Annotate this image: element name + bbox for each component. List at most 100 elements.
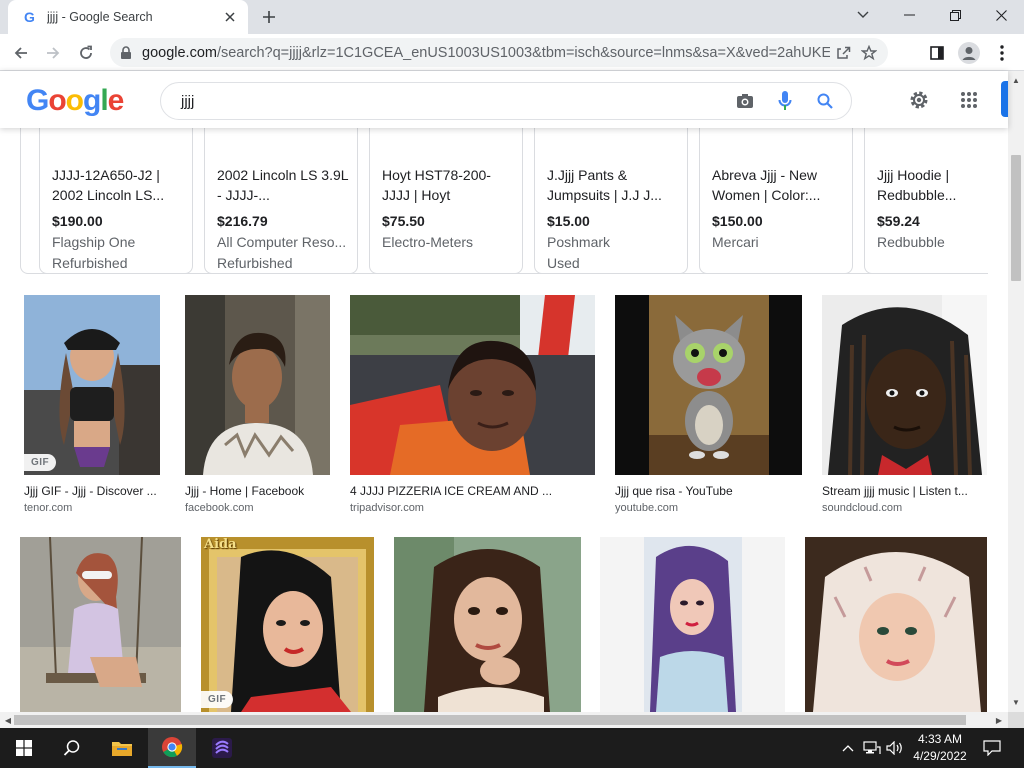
result-source[interactable]: youtube.com bbox=[615, 502, 678, 514]
reload-icon[interactable] bbox=[73, 40, 99, 66]
camera-search-icon[interactable] bbox=[725, 83, 765, 119]
image-result[interactable] bbox=[805, 537, 987, 712]
logo-letter: l bbox=[100, 84, 108, 117]
horizontal-scroll-thumb[interactable] bbox=[14, 715, 966, 725]
result-image[interactable]: Aida GIF bbox=[201, 537, 374, 712]
logo-letter: o bbox=[48, 84, 66, 117]
google-logo[interactable]: Google bbox=[26, 84, 124, 118]
product-price: $216.79 bbox=[217, 213, 268, 229]
notification-center-icon[interactable] bbox=[980, 738, 1004, 758]
back-arrow-icon[interactable] bbox=[8, 40, 34, 66]
close-tab-icon[interactable] bbox=[222, 9, 238, 25]
scroll-left-arrow-icon[interactable]: ◀ bbox=[1, 713, 15, 727]
image-result[interactable]: GIF Jjjj GIF - Jjjj - Discover ... tenor… bbox=[24, 295, 160, 519]
horizontal-scrollbar[interactable]: ◀ ▶ bbox=[0, 712, 1008, 728]
volume-icon[interactable] bbox=[885, 738, 905, 758]
result-title[interactable]: Jjjj que risa - YouTube bbox=[615, 484, 802, 498]
shopping-card[interactable]: JJJJ-12A650-J2 | 2002 Lincoln LS... $190… bbox=[39, 128, 193, 274]
product-store: Poshmark bbox=[547, 234, 611, 250]
address-bar[interactable]: google.com/search?q=jjjj&rlz=1C1GCEA_enU… bbox=[110, 38, 888, 67]
result-image[interactable] bbox=[822, 295, 987, 475]
menu-dots-icon[interactable] bbox=[989, 40, 1015, 66]
shopping-card[interactable]: 2002 Lincoln LS 3.9L - JJJJ-... $216.79 … bbox=[204, 128, 358, 274]
taskbar-clock[interactable]: 4:33 AM 4/29/2022 bbox=[905, 731, 975, 765]
clock-date: 4/29/2022 bbox=[913, 749, 967, 763]
search-input[interactable]: jjjj bbox=[181, 93, 725, 110]
result-title[interactable]: Stream jjjj music | Listen t... bbox=[822, 484, 977, 498]
tab-search-chevron-icon[interactable] bbox=[840, 0, 886, 30]
bookmark-star-icon[interactable] bbox=[856, 40, 882, 66]
result-image[interactable] bbox=[350, 295, 595, 475]
profile-avatar-icon[interactable] bbox=[956, 40, 982, 66]
result-source[interactable]: soundcloud.com bbox=[822, 502, 902, 514]
result-image[interactable] bbox=[185, 295, 330, 475]
product-title: J.Jjjj Pants & Jumpsuits | J.J J... bbox=[547, 167, 662, 203]
side-panel-icon[interactable] bbox=[924, 40, 950, 66]
network-icon[interactable] bbox=[862, 738, 882, 758]
vertical-scroll-thumb[interactable] bbox=[1011, 155, 1021, 281]
vertical-scrollbar[interactable]: ▲ ▼ bbox=[1008, 71, 1024, 712]
apps-grid-icon[interactable] bbox=[956, 87, 982, 113]
windows-start-icon[interactable] bbox=[0, 728, 48, 768]
scroll-up-arrow-icon[interactable]: ▲ bbox=[1009, 73, 1023, 87]
app-taskbar-icon[interactable] bbox=[198, 728, 246, 768]
url-host: google.com bbox=[142, 44, 217, 61]
result-image[interactable] bbox=[615, 295, 802, 475]
search-icon[interactable] bbox=[805, 83, 845, 119]
scroll-right-arrow-icon[interactable]: ▶ bbox=[992, 713, 1006, 727]
product-title: Jjjj Hoodie | Redbubble... bbox=[877, 167, 957, 203]
logo-letter: g bbox=[83, 84, 101, 117]
result-source[interactable]: tenor.com bbox=[24, 502, 72, 514]
browser-tab[interactable]: G jjjj - Google Search bbox=[8, 0, 248, 34]
result-image[interactable] bbox=[20, 537, 181, 712]
image-result[interactable] bbox=[20, 537, 181, 712]
show-hidden-icons-chevron-icon[interactable] bbox=[840, 738, 856, 758]
result-title[interactable]: Jjjj - Home | Facebook bbox=[185, 484, 330, 498]
result-image[interactable] bbox=[394, 537, 581, 712]
tab-title: jjjj - Google Search bbox=[47, 10, 153, 24]
windows-taskbar: 4:33 AM 4/29/2022 bbox=[0, 728, 1024, 768]
lock-icon[interactable] bbox=[120, 45, 134, 60]
result-image[interactable]: GIF bbox=[24, 295, 160, 475]
restore-icon[interactable] bbox=[932, 0, 978, 30]
image-result[interactable]: Stream jjjj music | Listen t... soundclo… bbox=[822, 295, 987, 519]
taskbar-search-icon[interactable] bbox=[48, 728, 96, 768]
settings-gear-icon[interactable] bbox=[906, 87, 932, 113]
product-price: $59.24 bbox=[877, 213, 920, 229]
results-area: JJJJ-12A650-J2 | 2002 Lincoln LS... $190… bbox=[0, 128, 1008, 712]
image-result[interactable] bbox=[394, 537, 581, 712]
url-path: /search?q=jjjj&rlz=1C1GCEA_enUS1003US100… bbox=[216, 44, 830, 61]
google-favicon-icon: G bbox=[22, 9, 38, 25]
image-result[interactable]: 4 JJJJ PIZZERIA ICE CREAM AND ... tripad… bbox=[350, 295, 595, 519]
scroll-down-arrow-icon[interactable]: ▼ bbox=[1009, 695, 1023, 709]
result-title[interactable]: 4 JJJJ PIZZERIA ICE CREAM AND ... bbox=[350, 484, 565, 498]
search-box[interactable]: jjjj bbox=[160, 82, 852, 120]
image-result[interactable]: Jjjj - Home | Facebook facebook.com bbox=[185, 295, 330, 519]
logo-letter: o bbox=[65, 84, 84, 117]
shopping-card[interactable]: J.Jjjj Pants & Jumpsuits | J.J J... $15.… bbox=[534, 128, 688, 274]
file-explorer-icon[interactable] bbox=[98, 728, 146, 768]
shopping-card[interactable]: Abreva Jjjj - New Women | Color:... $150… bbox=[699, 128, 853, 274]
image-result[interactable]: Jjjj que risa - YouTube youtube.com bbox=[615, 295, 802, 519]
shopping-card[interactable]: Hoyt HST78-200-JJJJ | Hoyt $75.50 Electr… bbox=[369, 128, 523, 274]
forward-arrow-icon[interactable] bbox=[40, 40, 66, 66]
product-condition: Used bbox=[547, 255, 580, 271]
product-store: Electro-Meters bbox=[382, 234, 474, 250]
sign-in-button[interactable] bbox=[1001, 81, 1008, 117]
scrollbar-corner bbox=[1008, 712, 1024, 728]
chrome-taskbar-icon[interactable] bbox=[148, 728, 196, 768]
close-window-icon[interactable] bbox=[978, 0, 1024, 30]
shopping-card[interactable]: Jjjj Hoodie | Redbubble... $59.24 Redbub… bbox=[864, 128, 988, 274]
result-source[interactable]: facebook.com bbox=[185, 502, 253, 514]
minimize-icon[interactable] bbox=[886, 0, 932, 30]
share-icon[interactable] bbox=[830, 40, 856, 66]
result-image[interactable] bbox=[600, 537, 785, 712]
result-source[interactable]: tripadvisor.com bbox=[350, 502, 424, 514]
url-text[interactable]: google.com/search?q=jjjj&rlz=1C1GCEA_enU… bbox=[142, 45, 830, 61]
result-title[interactable]: Jjjj GIF - Jjjj - Discover ... bbox=[24, 484, 160, 498]
microphone-icon[interactable] bbox=[765, 83, 805, 119]
result-image[interactable] bbox=[805, 537, 987, 712]
image-result[interactable]: Aida GIF bbox=[201, 537, 374, 712]
image-result[interactable] bbox=[600, 537, 785, 712]
new-tab-icon[interactable] bbox=[258, 6, 280, 28]
